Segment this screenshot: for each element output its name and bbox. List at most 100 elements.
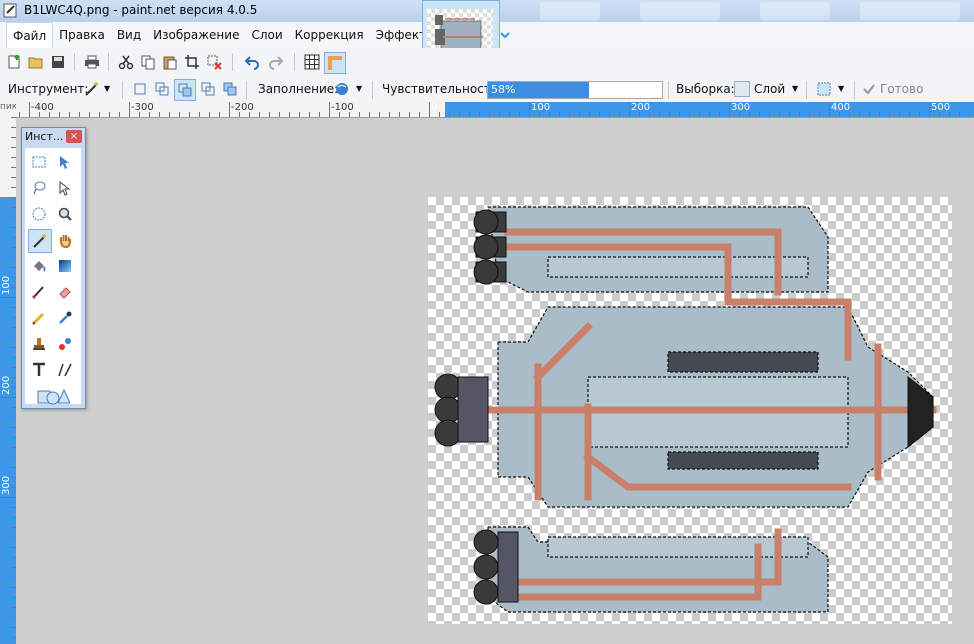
paint-bucket-tool[interactable] <box>28 255 50 277</box>
move-selected-tool[interactable] <box>54 151 76 173</box>
lasso-select-tool[interactable] <box>28 177 50 199</box>
grid-button[interactable] <box>302 52 322 72</box>
ellipse-select-tool[interactable] <box>28 203 50 225</box>
selection-replace-icon[interactable] <box>132 81 148 97</box>
antialias-dropdown-caret[interactable]: ▼ <box>838 84 844 93</box>
vertical-ruler: 100 200 300 <box>0 117 17 644</box>
menu-file[interactable]: Файл <box>6 22 54 48</box>
text-tool[interactable] <box>28 359 50 381</box>
ruler-button[interactable] <box>324 52 346 74</box>
move-selection-tool[interactable] <box>54 177 76 199</box>
menu-edit[interactable]: Правка <box>53 22 111 48</box>
paintbrush-tool[interactable] <box>28 281 50 303</box>
zoom-tool[interactable] <box>54 203 76 225</box>
antialias-icon[interactable] <box>816 81 832 97</box>
flood-mode-globe-icon[interactable] <box>334 81 350 97</box>
hand-icon <box>60 235 71 248</box>
ruler-minor-tick <box>419 112 420 117</box>
ruler-minor-tick <box>569 112 570 117</box>
magic-wand-icon[interactable] <box>84 81 100 97</box>
layer-select-value[interactable]: Слой <box>754 82 785 96</box>
ruler-minor-tick <box>809 112 810 117</box>
toolbar-divider <box>122 81 123 99</box>
tools-grid <box>25 148 81 407</box>
ruler-minor-tick <box>549 112 550 117</box>
cut-button[interactable] <box>116 52 136 72</box>
selection-exclude-button[interactable] <box>174 79 196 101</box>
deselect-button[interactable] <box>204 52 224 72</box>
shapes-icon <box>37 388 70 405</box>
tab-dropdown-icon[interactable] <box>500 30 510 40</box>
ruler-minor-tick <box>279 112 280 117</box>
pan-tool[interactable] <box>54 229 76 251</box>
ruler-minor-tick <box>949 112 950 117</box>
fill-bucket-icon <box>34 261 46 272</box>
ruler-label: 300 <box>731 102 751 113</box>
copy-icon <box>141 55 155 70</box>
ruler-minor-tick <box>249 112 250 117</box>
toolbar-divider <box>74 53 75 71</box>
selection-union-icon[interactable] <box>154 81 170 97</box>
crop-button[interactable] <box>182 52 202 72</box>
menu-view[interactable]: Вид <box>111 22 147 48</box>
line-curve-icon <box>58 363 72 377</box>
open-button[interactable] <box>26 52 46 72</box>
selection-xor-icon[interactable] <box>222 81 238 97</box>
ruler-minor-tick <box>699 112 700 117</box>
eraser-tool[interactable] <box>54 281 76 303</box>
print-button[interactable] <box>82 52 102 72</box>
save-button[interactable] <box>48 52 68 72</box>
layer-swatch <box>734 81 750 97</box>
sensitivity-slider[interactable]: 58% <box>487 81 663 99</box>
ruler-minor-tick <box>879 112 880 117</box>
layer-dropdown-caret[interactable]: ▼ <box>792 84 798 93</box>
image-canvas[interactable] <box>428 197 952 624</box>
deselect-icon <box>207 55 222 70</box>
tools-window[interactable]: Инст... × <box>21 127 86 409</box>
gradient-icon <box>59 260 71 272</box>
ruler-minor-tick <box>779 112 780 117</box>
menu-adjustments[interactable]: Коррекция <box>289 22 370 48</box>
ruler-minor-tick <box>579 112 580 117</box>
redo-button[interactable] <box>266 52 286 72</box>
close-icon[interactable]: × <box>66 130 82 143</box>
shapes-tool[interactable] <box>35 385 71 407</box>
undo-icon <box>244 56 259 70</box>
paste-icon <box>163 56 177 70</box>
text-icon <box>33 362 45 376</box>
line-curve-tool[interactable] <box>54 359 76 381</box>
menu-image[interactable]: Изображение <box>147 22 245 48</box>
ruler-minor-tick <box>109 112 110 117</box>
main-toolbar <box>0 48 974 76</box>
ruler-minor-tick <box>599 112 600 117</box>
done-button[interactable]: Готово <box>880 82 923 96</box>
color-picker-tool[interactable] <box>54 307 76 329</box>
ruler-minor-tick <box>369 112 370 117</box>
ruler-minor-tick <box>819 112 820 117</box>
ruler-minor-tick <box>179 112 180 117</box>
tool-dropdown-caret[interactable]: ▼ <box>104 84 110 93</box>
pencil-tool[interactable] <box>28 307 50 329</box>
paste-button[interactable] <box>160 52 180 72</box>
ruler-minor-tick <box>229 112 230 117</box>
tools-window-header[interactable]: Инст... × <box>22 128 85 146</box>
undo-button[interactable] <box>242 52 262 72</box>
checkmark-icon <box>863 84 875 95</box>
ruler-minor-tick <box>789 112 790 117</box>
ruler-label: -400 <box>31 102 54 113</box>
ruler-minor-tick <box>869 112 870 117</box>
fill-dropdown-caret[interactable]: ▼ <box>356 84 362 93</box>
menu-layers[interactable]: Слои <box>245 22 288 48</box>
toolbar-divider <box>294 53 295 71</box>
recolor-tool[interactable] <box>54 333 76 355</box>
magic-wand-tool[interactable] <box>28 229 52 253</box>
copy-button[interactable] <box>138 52 158 72</box>
selection-intersect-icon[interactable] <box>200 81 216 97</box>
ruler-minor-tick <box>499 112 500 117</box>
rectangle-select-tool[interactable] <box>28 151 50 173</box>
toolbar-divider <box>232 53 233 71</box>
clone-stamp-tool[interactable] <box>28 333 50 355</box>
gradient-tool[interactable] <box>54 255 76 277</box>
new-button[interactable] <box>4 52 24 72</box>
ruler-minor-tick <box>309 112 310 117</box>
